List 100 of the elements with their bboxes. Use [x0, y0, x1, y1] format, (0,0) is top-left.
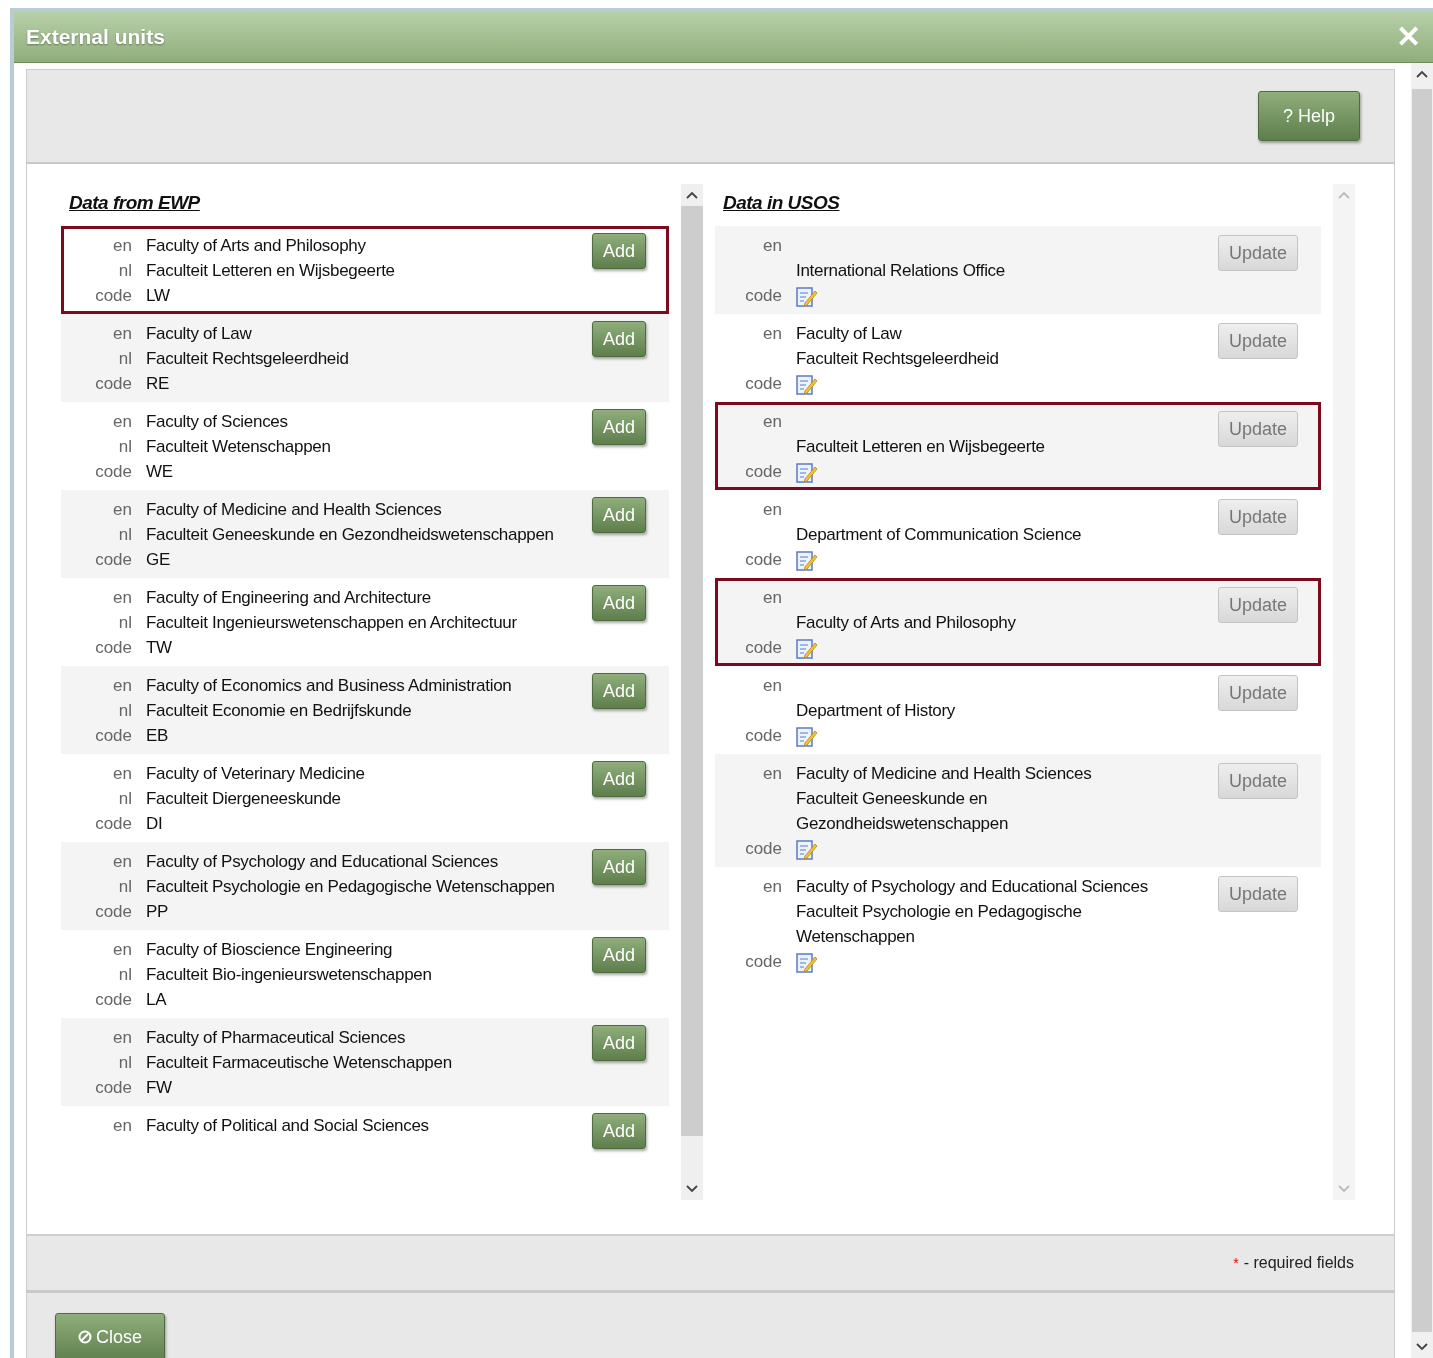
section-heading: Data in USOS — [723, 192, 840, 214]
field-label: en — [113, 939, 132, 961]
field-value: Faculteit Farmaceutische Wetenschappen — [146, 1052, 452, 1074]
field-value: RE — [146, 373, 170, 395]
field-label: nl — [118, 1052, 132, 1074]
field-label: code — [95, 901, 132, 923]
add-button[interactable]: Add — [591, 585, 646, 621]
field-value: Faculty of Arts and Philosophy — [796, 612, 1016, 634]
field-value: FW — [146, 1077, 172, 1099]
field-label: code — [745, 838, 782, 860]
required-note: - required fields — [1243, 1254, 1354, 1272]
add-button[interactable]: Add — [591, 321, 646, 357]
field-value: Faculteit Letteren en Wijsbegeerte — [146, 260, 395, 282]
edit-icon[interactable] — [796, 374, 818, 396]
field-value: Faculteit Diergeneeskunde — [146, 788, 341, 810]
field-value: Faculteit Rechtsgeleerdheid — [146, 348, 349, 370]
field-value: Faculty of Sciences — [146, 411, 288, 433]
field-label: code — [95, 549, 132, 571]
field-value: Department of History — [796, 700, 956, 722]
add-button[interactable]: Add — [591, 849, 646, 885]
field-label: en — [763, 411, 782, 433]
field-label: en — [113, 1027, 132, 1049]
update-button[interactable]: Update — [1217, 876, 1298, 912]
field-value: Faculty of Medicine and Health Sciences — [146, 499, 442, 521]
field-label: code — [745, 461, 782, 483]
field-value: Faculty of Psychology and Educational Sciences — [796, 876, 1148, 898]
add-button[interactable]: Add — [591, 1025, 646, 1061]
field-value: Faculteit Letteren en Wijsbegeerte — [796, 436, 1045, 458]
edit-icon[interactable] — [796, 462, 818, 484]
field-label: en — [113, 499, 132, 521]
add-button[interactable]: Add — [591, 1113, 646, 1149]
field-value: Faculty of Psychology and Educational Sciences — [146, 851, 498, 873]
scroll-up-icon[interactable] — [1416, 70, 1428, 78]
edit-icon[interactable] — [796, 550, 818, 572]
field-value: Faculty of Political and Social Sciences — [146, 1115, 429, 1137]
field-value: TW — [146, 637, 172, 659]
field-label: nl — [118, 612, 132, 634]
field-label: en — [763, 876, 782, 898]
update-button[interactable]: Update — [1217, 675, 1298, 711]
add-button[interactable]: Add — [591, 233, 646, 269]
field-value: GE — [146, 549, 170, 571]
field-label: code — [745, 637, 782, 659]
field-label: en — [763, 675, 782, 697]
field-label: code — [95, 1077, 132, 1099]
field-value: LA — [146, 989, 167, 1011]
edit-icon[interactable] — [796, 638, 818, 660]
edit-icon[interactable] — [796, 839, 818, 861]
add-button[interactable]: Add — [591, 937, 646, 973]
field-label: en — [113, 323, 132, 345]
field-value: WE — [146, 461, 173, 483]
add-button[interactable]: Add — [591, 673, 646, 709]
required-asterisk: * — [1233, 1255, 1239, 1271]
field-value: Department of Communication Science — [796, 524, 1082, 546]
field-label: en — [113, 675, 132, 697]
field-label: code — [745, 951, 782, 973]
field-label: nl — [118, 436, 132, 458]
field-value: Faculty of Bioscience Engineering — [146, 939, 393, 961]
field-label: nl — [118, 700, 132, 722]
field-value: Faculty of Arts and Philosophy — [146, 235, 366, 257]
close-button[interactable]: Close — [55, 1313, 166, 1358]
field-label: code — [95, 813, 132, 835]
field-value: Faculteit Wetenschappen — [146, 436, 331, 458]
field-value: DI — [146, 813, 163, 835]
field-label: nl — [118, 876, 132, 898]
add-button[interactable]: Add — [591, 497, 646, 533]
scroll-down-icon[interactable] — [1416, 1343, 1428, 1351]
field-label: en — [113, 587, 132, 609]
field-value: Faculteit Geneeskunde en Gezondheidswetenschappen — [146, 524, 554, 546]
field-value: Faculty of Veterinary Medicine — [146, 763, 365, 785]
scroll-down-icon[interactable] — [686, 1185, 698, 1193]
update-button[interactable]: Update — [1217, 235, 1298, 271]
update-button[interactable]: Update — [1217, 587, 1298, 623]
update-button[interactable]: Update — [1217, 499, 1298, 535]
edit-icon[interactable] — [796, 952, 818, 974]
field-value: Faculty of Law — [146, 323, 252, 345]
field-value: LW — [146, 285, 170, 307]
section-heading: Data from EWP — [69, 192, 200, 214]
field-value: EB — [146, 725, 169, 747]
field-label: en — [763, 763, 782, 785]
add-button[interactable]: Add — [591, 409, 646, 445]
window-title: External units — [26, 25, 165, 49]
field-value: Faculteit Rechtsgeleerdheid — [796, 348, 999, 370]
field-value: PP — [146, 901, 169, 923]
field-label: en — [763, 323, 782, 345]
edit-icon[interactable] — [796, 726, 818, 748]
field-value: Faculteit Psychologie en Pedagogische Wetenschappen — [146, 876, 555, 898]
field-label: en — [113, 763, 132, 785]
add-button[interactable]: Add — [591, 761, 646, 797]
field-label: en — [763, 587, 782, 609]
scroll-up-icon[interactable] — [686, 191, 698, 199]
update-button[interactable]: Update — [1217, 763, 1298, 799]
update-button[interactable]: Update — [1217, 411, 1298, 447]
field-value: Faculteit Psychologie en Pedagogische Wetenschappen — [796, 901, 1083, 948]
edit-icon[interactable] — [796, 286, 818, 308]
field-label: code — [95, 725, 132, 747]
update-button[interactable]: Update — [1217, 323, 1298, 359]
field-value: International Relations Office — [796, 260, 1005, 282]
cancel-icon — [78, 1330, 92, 1345]
help-button[interactable]: ? Help — [1257, 91, 1360, 141]
field-value: Faculty of Economics and Business Administration — [146, 675, 512, 697]
